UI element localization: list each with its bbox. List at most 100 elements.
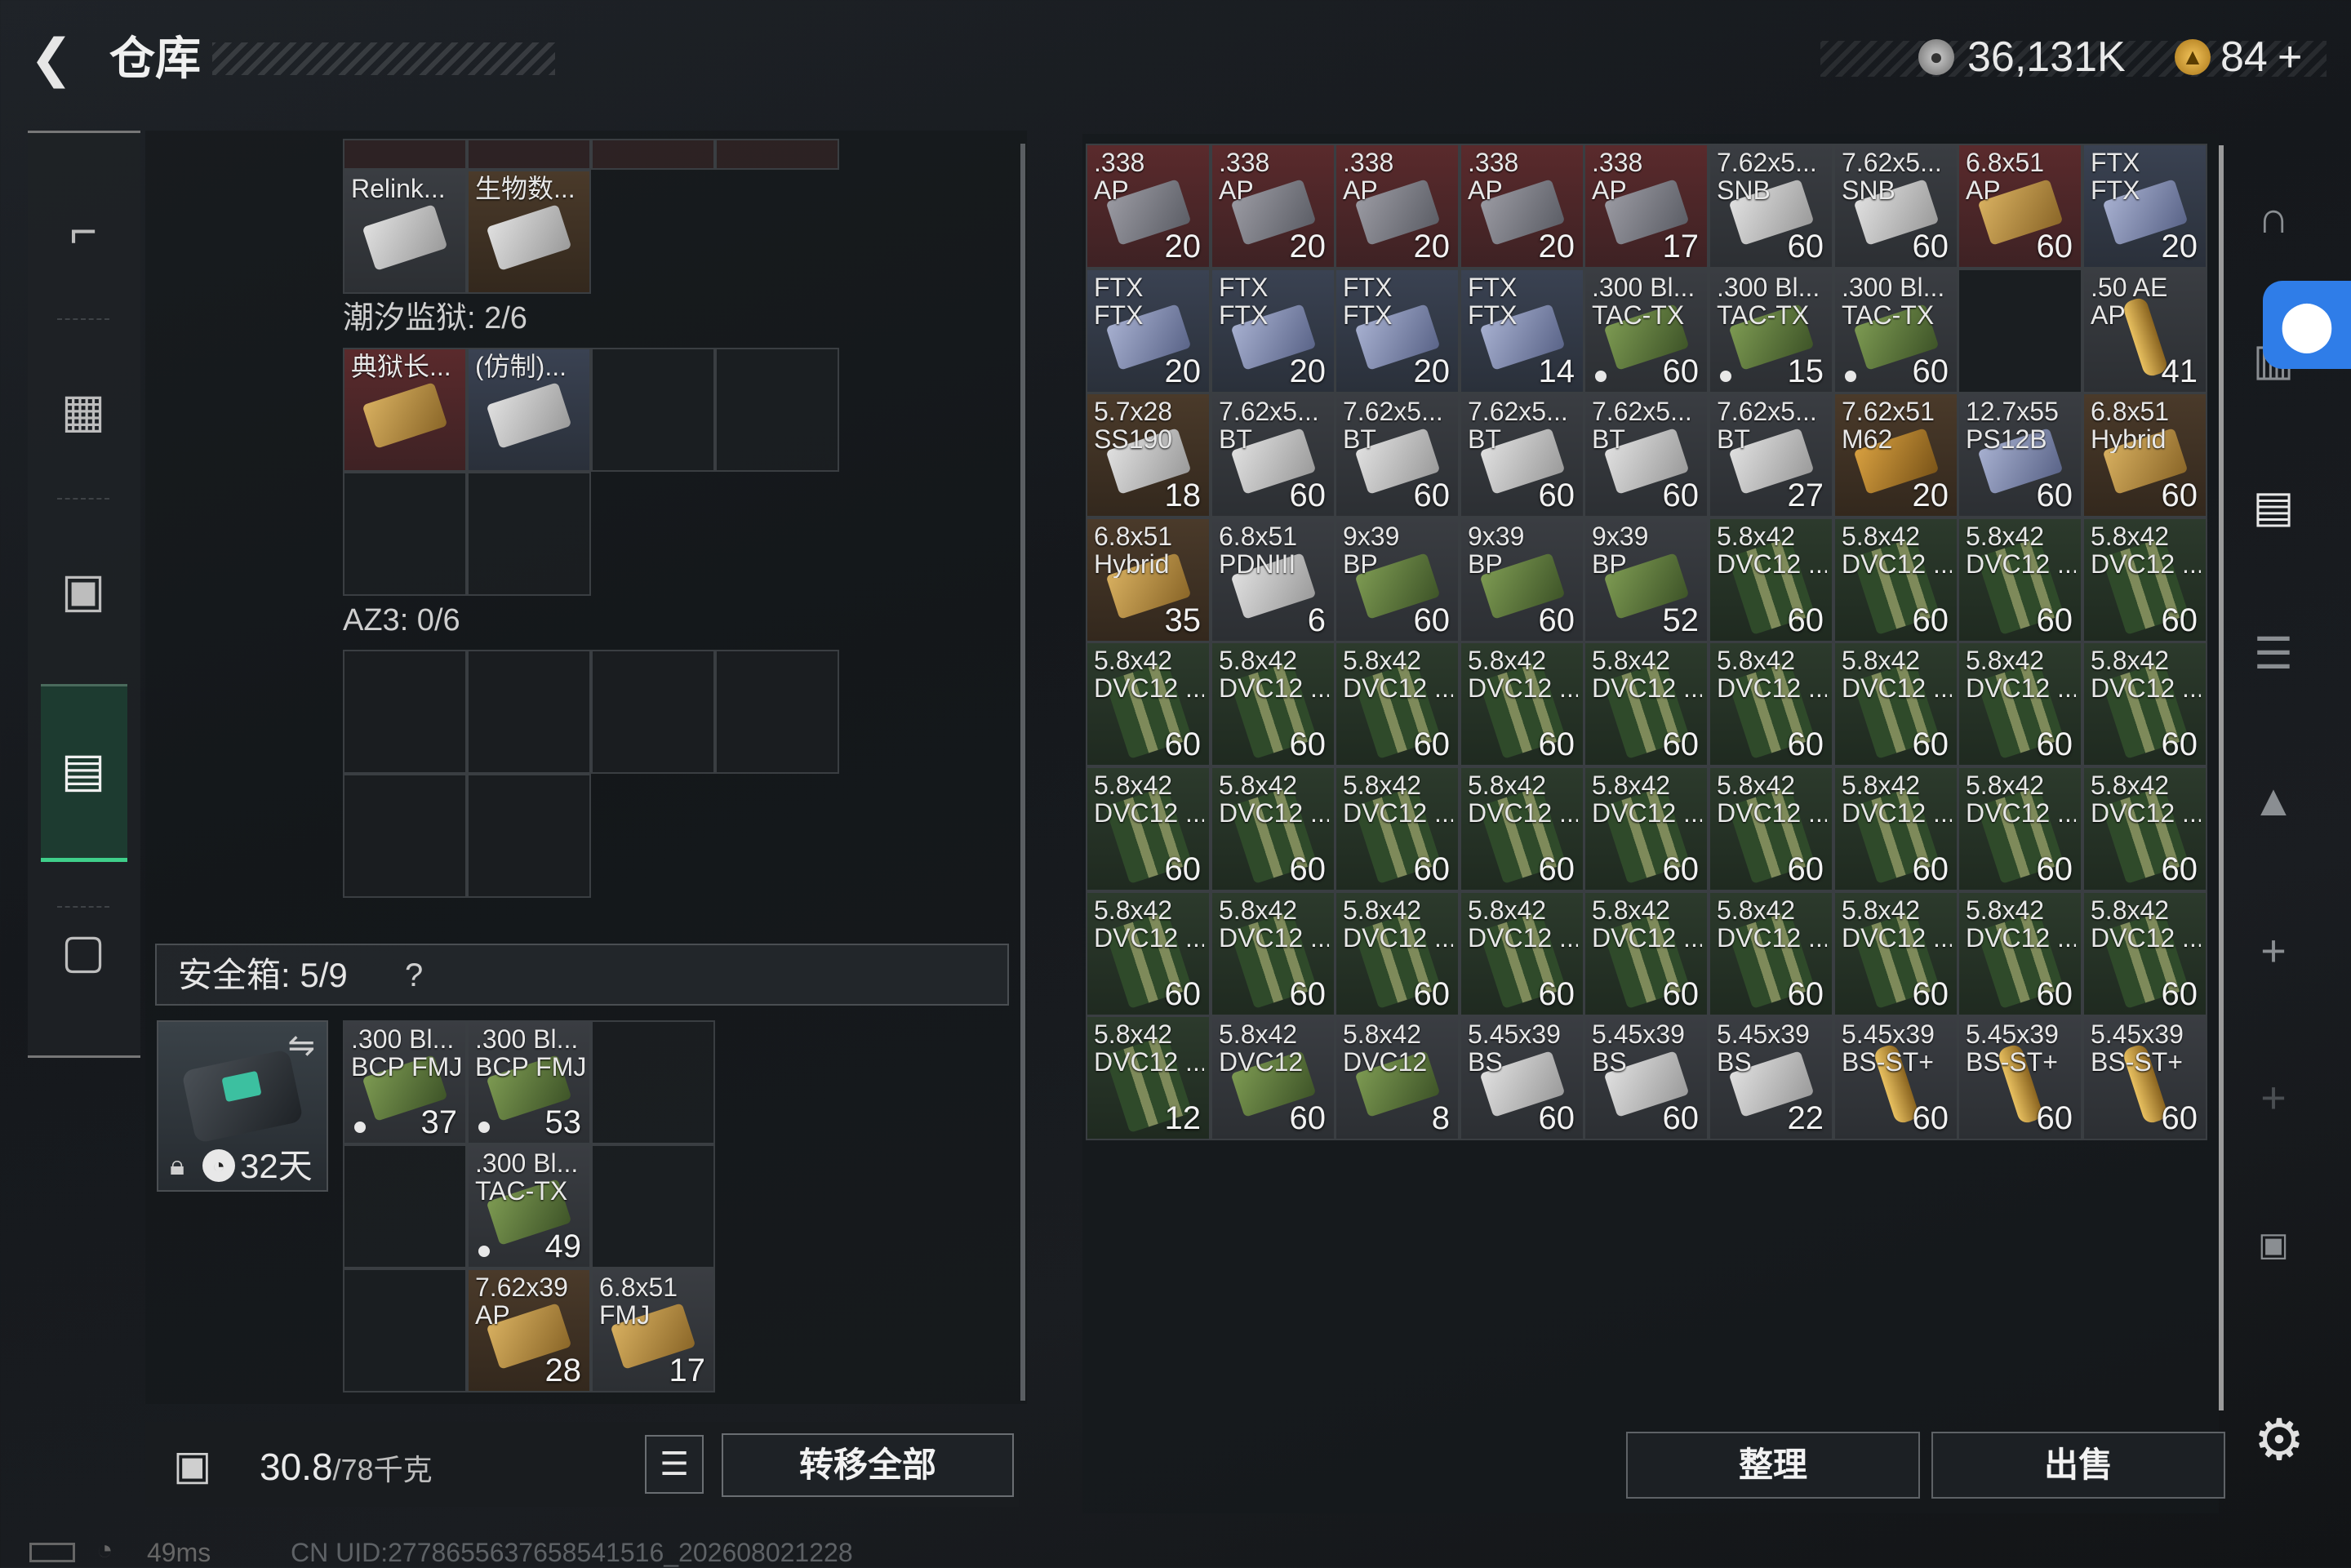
backpack-icon[interactable]: ▣ [41,549,126,633]
inventory-item[interactable]: 5.45x39 BS 60 [1460,1015,1584,1140]
plus-icon[interactable]: + [2243,921,2304,981]
list-view-button[interactable]: ☰ [645,1435,704,1494]
inventory-item[interactable]: 6.8x51 Hybrid 60 [2082,393,2207,517]
helmet-icon[interactable]: ∩ [2243,188,2304,248]
inventory-item[interactable]: 6.8x51 AP 60 [1958,144,2082,269]
grid-slot[interactable] [343,650,467,774]
inventory-item[interactable]: 9x39 BP 60 [1335,517,1460,642]
gear-icon[interactable]: ⚙ [2247,1407,2312,1472]
grid-slot[interactable] [591,348,715,472]
grid-slot[interactable] [591,650,715,774]
swap-icon[interactable]: ⇋ [287,1027,315,1064]
inventory-item[interactable]: 5.45x39 BS-ST+ 60 [2082,1015,2207,1140]
inventory-item[interactable]: .338 AP 20 [1086,144,1211,269]
inventory-item[interactable]: 5.8x42 DVC12 ... 60 [1958,766,2082,891]
sell-button[interactable]: 出售 [1931,1432,2225,1499]
inventory-item[interactable]: FTX FTX 20 [1211,269,1335,393]
inventory-item[interactable]: 5.45x39 BS-ST+ 60 [1833,1015,1958,1140]
inventory-item[interactable]: 9x39 BP 52 [1584,517,1709,642]
inventory-item[interactable]: 7.62x5... SNB 60 [1709,144,1833,269]
storage-icon[interactable]: ▤ [41,728,126,813]
armor-icon[interactable]: ▦ [41,369,126,454]
inventory-item[interactable]: 6.8x51 FMJ 17 [591,1268,715,1393]
inventory-item[interactable]: .50 AE AP 41 [2082,269,2207,393]
inventory-item[interactable]: Relink... [343,170,467,294]
inventory-item[interactable]: .338 AP 20 [1335,144,1460,269]
inventory-item[interactable]: 5.8x42 DVC12 ... 60 [1958,642,2082,766]
inventory-item[interactable]: 7.62x5... BT 60 [1584,393,1709,517]
grid-slot[interactable] [591,139,715,170]
grid-slot[interactable] [343,1144,467,1268]
inventory-item[interactable]: 5.8x42 DVC12 ... 60 [1211,891,1335,1016]
inventory-item[interactable]: 5.8x42 DVC12 ... 60 [1584,642,1709,766]
grid-slot[interactable] [591,1144,715,1268]
grid-slot[interactable] [343,139,467,170]
inventory-item[interactable]: 5.8x42 DVC12 ... 12 [1086,1015,1211,1140]
inventory-item[interactable]: FTX FTX 20 [2082,144,2207,269]
grid-slot[interactable] [591,1020,715,1144]
transfer-all-button[interactable]: 转移全部 [722,1433,1014,1497]
inventory-item[interactable]: 生物数... [467,170,591,294]
inventory-item[interactable]: 5.8x42 DVC12 ... 60 [1086,891,1211,1016]
accessibility-icon[interactable]: ⬤ [2263,281,2351,369]
inventory-item[interactable]: FTX FTX 20 [1086,269,1211,393]
inventory-item[interactable]: .300 Bl... TAC-TX 15 [1709,269,1833,393]
inventory-item[interactable]: 5.8x42 DVC12 ... 60 [1958,891,2082,1016]
inventory-item[interactable]: 5.8x42 DVC12 ... 60 [1833,766,1958,891]
grid-slot[interactable] [343,472,467,596]
inventory-item[interactable]: 5.8x42 DVC12 60 [1211,1015,1335,1140]
back-arrow-icon[interactable]: ❮ [29,29,87,87]
inventory-item[interactable]: 5.8x42 DVC12 ... 60 [1709,517,1833,642]
inventory-item[interactable]: 7.62x5... BT 60 [1211,393,1335,517]
inventory-item[interactable]: 7.62x5... BT 60 [1335,393,1460,517]
inventory-item[interactable]: 5.8x42 DVC12 ... 60 [2082,891,2207,1016]
inventory-item[interactable]: 5.8x42 DVC12 ... 60 [2082,766,2207,891]
left-scrollbar[interactable] [1020,144,1025,1401]
safe-case[interactable]: ⇋ 🔒︎ ◔ 32天 [157,1020,328,1192]
grid-slot[interactable] [467,139,591,170]
frame-icon[interactable]: ▲ [2243,771,2304,831]
inventory-item[interactable]: 7.62x5... SNB 60 [1833,144,1958,269]
inventory-item[interactable]: .300 Bl... TAC-TX 49 [467,1144,591,1268]
inventory-item[interactable]: 5.8x42 DVC12 ... 60 [1833,891,1958,1016]
inventory-item[interactable]: .300 Bl... TAC-TX 60 [1584,269,1709,393]
help-icon[interactable]: ? [405,955,423,996]
inventory-item[interactable]: 6.8x51 Hybrid 35 [1086,517,1211,642]
grid-slot[interactable] [343,774,467,898]
inventory-item[interactable]: 5.8x42 DVC12 ... 60 [1709,642,1833,766]
inventory-item[interactable]: .338 AP 17 [1584,144,1709,269]
inventory-item[interactable]: (仿制)... [467,348,591,472]
add-currency-button[interactable]: + [2278,29,2302,85]
inventory-item[interactable]: .338 AP 20 [1460,144,1584,269]
rig-icon[interactable]: ▤ [2243,477,2304,537]
sort-button[interactable]: 整理 [1626,1432,1920,1499]
inventory-item[interactable]: 7.62x5... BT 60 [1460,393,1584,517]
grid-slot[interactable] [715,348,839,472]
grid-slot[interactable] [1958,269,2082,393]
weapon-icon[interactable]: ⌐ [41,189,126,274]
grid-slot[interactable] [467,774,591,898]
inventory-item[interactable]: 5.8x42 DVC12 ... 60 [1211,766,1335,891]
stash-scrollbar[interactable] [2219,145,2224,1410]
inventory-item[interactable]: 5.8x42 DVC12 ... 60 [1833,517,1958,642]
inventory-item[interactable]: 7.62x39 AP 28 [467,1268,591,1393]
inventory-item[interactable]: 5.8x42 DVC12 ... 60 [1086,642,1211,766]
inventory-item[interactable]: 5.45x39 BS 60 [1584,1015,1709,1140]
inventory-item[interactable]: FTX FTX 20 [1335,269,1460,393]
inventory-item[interactable]: 5.8x42 DVC12 ... 60 [1335,642,1460,766]
grid-slot[interactable] [467,650,591,774]
inventory-item[interactable]: 5.8x42 DVC12 ... 60 [2082,517,2207,642]
inventory-item[interactable]: 5.45x39 BS-ST+ 60 [1958,1015,2082,1140]
inventory-item[interactable]: 5.8x42 DVC12 ... 60 [1335,891,1460,1016]
inventory-item[interactable]: .300 Bl... BCP FMJ 37 [343,1020,467,1144]
inventory-item[interactable]: 5.8x42 DVC12 ... 60 [1086,766,1211,891]
inventory-item[interactable]: 5.8x42 DVC12 ... 60 [1958,517,2082,642]
inventory-item[interactable]: 5.45x39 BS 22 [1709,1015,1833,1140]
inventory-item[interactable]: 7.62x5... BT 27 [1709,393,1833,517]
inventory-item[interactable]: 5.8x42 DVC12 ... 60 [1460,642,1584,766]
inventory-item[interactable]: .300 Bl... TAC-TX 60 [1833,269,1958,393]
inventory-item[interactable]: FTX FTX 14 [1460,269,1584,393]
inventory-item[interactable]: 9x39 BP 60 [1460,517,1584,642]
inventory-item[interactable]: 5.8x42 DVC12 ... 60 [1709,766,1833,891]
inventory-item[interactable]: 5.8x42 DVC12 ... 60 [1833,642,1958,766]
